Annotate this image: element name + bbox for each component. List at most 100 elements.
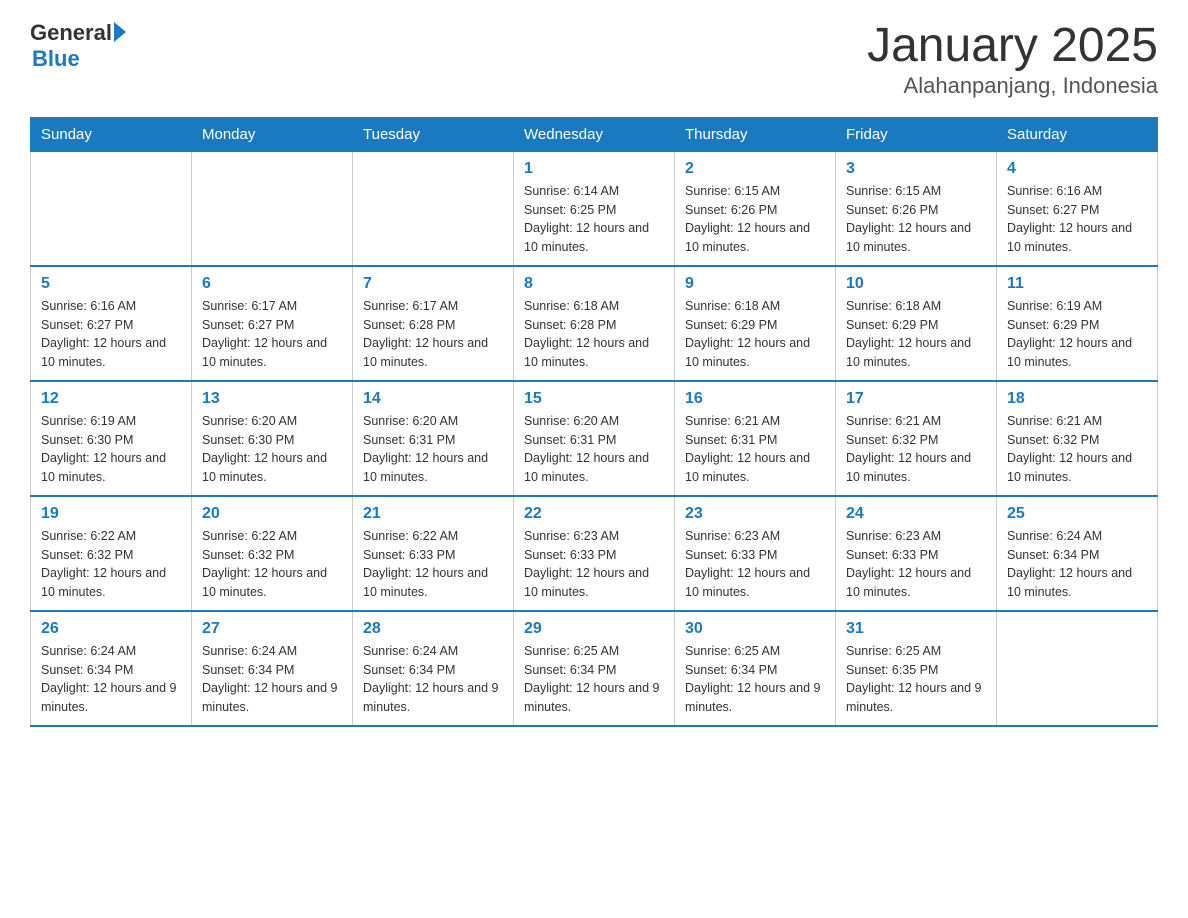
logo-general-text: General xyxy=(30,20,112,46)
day-number: 21 xyxy=(363,505,503,523)
day-info: Sunrise: 6:21 AMSunset: 6:32 PMDaylight:… xyxy=(1007,412,1147,487)
day-number: 31 xyxy=(846,620,986,638)
day-number: 30 xyxy=(685,620,825,638)
day-number: 24 xyxy=(846,505,986,523)
day-info: Sunrise: 6:25 AMSunset: 6:34 PMDaylight:… xyxy=(524,642,664,717)
calendar-week-5: 26 Sunrise: 6:24 AMSunset: 6:34 PMDayligh… xyxy=(31,611,1158,726)
day-info: Sunrise: 6:24 AMSunset: 6:34 PMDaylight:… xyxy=(41,642,181,717)
calendar-cell: 16Sunrise: 6:21 AMSunset: 6:31 PMDayligh… xyxy=(675,381,836,496)
day-info: Sunrise: 6:20 AMSunset: 6:30 PMDaylight:… xyxy=(202,412,342,487)
calendar-cell: 18 Sunrise: 6:21 AMSunset: 6:32 PMDayligh… xyxy=(997,381,1158,496)
day-info: Sunrise: 6:22 AMSunset: 6:32 PMDaylight:… xyxy=(41,527,181,602)
day-number: 2 xyxy=(685,160,825,178)
calendar-cell: 13 Sunrise: 6:20 AMSunset: 6:30 PMDayligh… xyxy=(192,381,353,496)
calendar-cell: 8 Sunrise: 6:18 AMSunset: 6:28 PMDaylight… xyxy=(514,266,675,381)
day-number: 6 xyxy=(202,275,342,293)
logo-arrow-icon xyxy=(114,22,126,42)
day-number: 27 xyxy=(202,620,342,638)
day-info: Sunrise: 6:23 AMSunset: 6:33 PMDaylight:… xyxy=(846,527,986,602)
calendar-cell: 9 Sunrise: 6:18 AMSunset: 6:29 PMDaylight… xyxy=(675,266,836,381)
day-number: 1 xyxy=(524,160,664,178)
day-info: Sunrise: 6:19 AMSunset: 6:30 PMDaylight:… xyxy=(41,412,181,487)
calendar-cell: 5 Sunrise: 6:16 AMSunset: 6:27 PMDaylight… xyxy=(31,266,192,381)
logo: General Blue xyxy=(30,20,126,72)
day-number: 23 xyxy=(685,505,825,523)
day-header-thursday: Thursday xyxy=(675,117,836,151)
day-number: 13 xyxy=(202,390,342,408)
calendar-cell xyxy=(997,611,1158,726)
day-header-monday: Monday xyxy=(192,117,353,151)
day-number: 3 xyxy=(846,160,986,178)
day-info: Sunrise: 6:18 AMSunset: 6:29 PMDaylight:… xyxy=(685,297,825,372)
day-info: Sunrise: 6:16 AMSunset: 6:27 PMDaylight:… xyxy=(41,297,181,372)
calendar-cell xyxy=(353,151,514,266)
day-info: Sunrise: 6:24 AMSunset: 6:34 PMDaylight:… xyxy=(202,642,342,717)
day-header-sunday: Sunday xyxy=(31,117,192,151)
day-number: 14 xyxy=(363,390,503,408)
day-info: Sunrise: 6:24 AMSunset: 6:34 PMDaylight:… xyxy=(363,642,503,717)
day-number: 15 xyxy=(524,390,664,408)
day-info: Sunrise: 6:24 AMSunset: 6:34 PMDaylight:… xyxy=(1007,527,1147,602)
calendar-cell: 1 Sunrise: 6:14 AMSunset: 6:25 PMDaylight… xyxy=(514,151,675,266)
day-info: Sunrise: 6:18 AMSunset: 6:28 PMDaylight:… xyxy=(524,297,664,372)
calendar-cell: 22 Sunrise: 6:23 AMSunset: 6:33 PMDayligh… xyxy=(514,496,675,611)
day-number: 25 xyxy=(1007,505,1147,523)
calendar-week-4: 19Sunrise: 6:22 AMSunset: 6:32 PMDayligh… xyxy=(31,496,1158,611)
day-number: 22 xyxy=(524,505,664,523)
day-number: 26 xyxy=(41,620,181,638)
calendar-week-2: 5 Sunrise: 6:16 AMSunset: 6:27 PMDaylight… xyxy=(31,266,1158,381)
calendar-cell: 27 Sunrise: 6:24 AMSunset: 6:34 PMDayligh… xyxy=(192,611,353,726)
day-number: 18 xyxy=(1007,390,1147,408)
calendar-cell: 31Sunrise: 6:25 AMSunset: 6:35 PMDayligh… xyxy=(836,611,997,726)
calendar-week-1: 1 Sunrise: 6:14 AMSunset: 6:25 PMDaylight… xyxy=(31,151,1158,266)
day-header-saturday: Saturday xyxy=(997,117,1158,151)
calendar-cell: 23 Sunrise: 6:23 AMSunset: 6:33 PMDayligh… xyxy=(675,496,836,611)
calendar-cell: 21Sunrise: 6:22 AMSunset: 6:33 PMDayligh… xyxy=(353,496,514,611)
calendar-cell: 6 Sunrise: 6:17 AMSunset: 6:27 PMDaylight… xyxy=(192,266,353,381)
day-info: Sunrise: 6:23 AMSunset: 6:33 PMDaylight:… xyxy=(524,527,664,602)
calendar-cell: 28 Sunrise: 6:24 AMSunset: 6:34 PMDayligh… xyxy=(353,611,514,726)
calendar-cell: 14 Sunrise: 6:20 AMSunset: 6:31 PMDayligh… xyxy=(353,381,514,496)
calendar-cell: 29Sunrise: 6:25 AMSunset: 6:34 PMDayligh… xyxy=(514,611,675,726)
calendar-cell: 4 Sunrise: 6:16 AMSunset: 6:27 PMDaylight… xyxy=(997,151,1158,266)
calendar-cell: 12Sunrise: 6:19 AMSunset: 6:30 PMDayligh… xyxy=(31,381,192,496)
day-info: Sunrise: 6:20 AMSunset: 6:31 PMDaylight:… xyxy=(363,412,503,487)
day-info: Sunrise: 6:17 AMSunset: 6:27 PMDaylight:… xyxy=(202,297,342,372)
calendar-cell: 7Sunrise: 6:17 AMSunset: 6:28 PMDaylight… xyxy=(353,266,514,381)
calendar-cell: 24 Sunrise: 6:23 AMSunset: 6:33 PMDayligh… xyxy=(836,496,997,611)
day-number: 4 xyxy=(1007,160,1147,178)
day-info: Sunrise: 6:19 AMSunset: 6:29 PMDaylight:… xyxy=(1007,297,1147,372)
day-number: 5 xyxy=(41,275,181,293)
calendar-cell xyxy=(192,151,353,266)
day-header-friday: Friday xyxy=(836,117,997,151)
day-number: 8 xyxy=(524,275,664,293)
calendar-week-3: 12Sunrise: 6:19 AMSunset: 6:30 PMDayligh… xyxy=(31,381,1158,496)
day-info: Sunrise: 6:23 AMSunset: 6:33 PMDaylight:… xyxy=(685,527,825,602)
calendar-table: SundayMondayTuesdayWednesdayThursdayFrid… xyxy=(30,117,1158,727)
day-info: Sunrise: 6:18 AMSunset: 6:29 PMDaylight:… xyxy=(846,297,986,372)
calendar-cell: 25 Sunrise: 6:24 AMSunset: 6:34 PMDayligh… xyxy=(997,496,1158,611)
day-info: Sunrise: 6:20 AMSunset: 6:31 PMDaylight:… xyxy=(524,412,664,487)
day-info: Sunrise: 6:16 AMSunset: 6:27 PMDaylight:… xyxy=(1007,182,1147,257)
calendar-cell: 15 Sunrise: 6:20 AMSunset: 6:31 PMDayligh… xyxy=(514,381,675,496)
day-number: 28 xyxy=(363,620,503,638)
calendar-cell: 20Sunrise: 6:22 AMSunset: 6:32 PMDayligh… xyxy=(192,496,353,611)
day-info: Sunrise: 6:17 AMSunset: 6:28 PMDaylight:… xyxy=(363,297,503,372)
calendar-title: January 2025 xyxy=(867,20,1158,73)
calendar-header-row: SundayMondayTuesdayWednesdayThursdayFrid… xyxy=(31,117,1158,151)
calendar-cell: 11 Sunrise: 6:19 AMSunset: 6:29 PMDayligh… xyxy=(997,266,1158,381)
day-number: 17 xyxy=(846,390,986,408)
day-number: 11 xyxy=(1007,275,1147,293)
day-number: 20 xyxy=(202,505,342,523)
day-info: Sunrise: 6:15 AMSunset: 6:26 PMDaylight:… xyxy=(846,182,986,257)
day-info: Sunrise: 6:21 AMSunset: 6:32 PMDaylight:… xyxy=(846,412,986,487)
day-info: Sunrise: 6:25 AMSunset: 6:34 PMDaylight:… xyxy=(685,642,825,717)
day-info: Sunrise: 6:21 AMSunset: 6:31 PMDaylight:… xyxy=(685,412,825,487)
day-info: Sunrise: 6:14 AMSunset: 6:25 PMDaylight:… xyxy=(524,182,664,257)
calendar-cell: 10Sunrise: 6:18 AMSunset: 6:29 PMDayligh… xyxy=(836,266,997,381)
calendar-cell: 17 Sunrise: 6:21 AMSunset: 6:32 PMDayligh… xyxy=(836,381,997,496)
day-number: 9 xyxy=(685,275,825,293)
title-block: January 2025 Alahanpanjang, Indonesia xyxy=(867,20,1158,99)
logo-blue-text: Blue xyxy=(32,46,80,72)
calendar-cell: 30 Sunrise: 6:25 AMSunset: 6:34 PMDayligh… xyxy=(675,611,836,726)
